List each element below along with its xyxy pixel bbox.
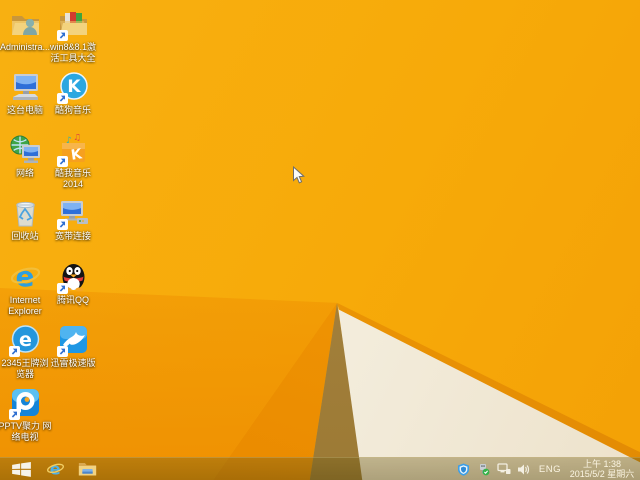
icon-label: 迅雷极速版 [50, 358, 96, 368]
shortcut-arrow-icon [56, 283, 68, 294]
volume-tray-icon[interactable] [517, 462, 531, 476]
network-globe-icon [9, 134, 42, 167]
clock-date: 2015/5/2 星期六 [569, 469, 635, 479]
svg-text:e: e [49, 460, 60, 478]
safely-remove-hardware-tray-icon[interactable] [477, 462, 491, 476]
icon-label: PPTV聚力 网 络电视 [0, 421, 52, 442]
desktop-icon-tencent-qq[interactable]: 腾讯QQ [42, 261, 104, 306]
file-explorer-icon [78, 462, 96, 476]
taskbar: e ENG 上午 1:38 2015/5/2 星期六 [0, 457, 640, 480]
recycle-bin-icon [9, 197, 42, 230]
taskbar-ie-button[interactable]: e [40, 458, 70, 480]
desktop-icon-kuwo-music-2014[interactable]: K ♪ ♫ 酷我音乐 2014 [42, 133, 104, 189]
kugou-k-icon: K [56, 71, 90, 104]
desktop-icon-thunder-speed[interactable]: 迅雷极速版 [42, 324, 104, 369]
icon-label: 腾讯QQ [56, 295, 89, 305]
svg-text:K: K [67, 77, 81, 97]
qq-penguin-icon [56, 261, 90, 294]
thunder-bird-icon [56, 324, 90, 357]
svg-text:e: e [19, 329, 32, 351]
taskbar-clock[interactable]: 上午 1:38 2015/5/2 星期六 [569, 459, 638, 479]
computer-icon [9, 71, 42, 104]
shortcut-arrow-icon [56, 93, 68, 104]
shortcut-arrow-icon [56, 346, 68, 357]
ie-icon: e [9, 260, 42, 294]
icon-label: 酷狗音乐 [54, 105, 91, 115]
taskbar-file-explorer-button[interactable] [72, 458, 102, 480]
system-tray: ENG 上午 1:38 2015/5/2 星期六 [457, 458, 638, 480]
shortcut-arrow-icon [8, 409, 20, 420]
shortcut-arrow-icon [8, 346, 20, 357]
kuwo-musicbox-icon: K ♪ ♫ [56, 133, 90, 167]
svg-text:♪: ♪ [66, 136, 72, 146]
broadband-icon [56, 197, 90, 230]
language-indicator[interactable]: ENG [537, 464, 563, 475]
folder-user-icon [9, 8, 42, 41]
svg-text:♫: ♫ [73, 134, 81, 143]
desktop-icon-win8-activation-tools[interactable]: win8&8.1激 活工具大全 [42, 8, 104, 63]
icon-label: 宽带连接 [54, 231, 91, 241]
ie-icon: e [46, 460, 64, 478]
svg-text:e: e [15, 261, 34, 293]
desktop-icon-kugou-music[interactable]: K 酷狗音乐 [42, 71, 104, 116]
shortcut-arrow-icon [56, 156, 68, 167]
icon-label: 酷我音乐 2014 [54, 168, 91, 189]
windows-logo-icon [11, 461, 31, 477]
shortcut-arrow-icon [56, 30, 68, 41]
mouse-cursor [293, 166, 305, 184]
desktop-icon-broadband-connection[interactable]: 宽带连接 [42, 197, 104, 242]
desktop-icon-pptv[interactable]: PPTV聚力 网 络电视 [0, 387, 56, 442]
shortcut-arrow-icon [56, 219, 68, 230]
icon-label: win8&8.1激 活工具大全 [49, 42, 97, 63]
pptv-p-icon [8, 387, 42, 420]
folder-books-icon [56, 8, 90, 41]
start-button[interactable] [6, 458, 36, 480]
desktop: Administra... win8&8.1激 活工具大全 这台电脑 K 酷狗音… [0, 0, 640, 480]
security-shield-tray-icon[interactable] [457, 462, 471, 476]
network-status-tray-icon[interactable] [497, 462, 511, 476]
clock-time: 上午 1:38 [582, 459, 622, 469]
2345-browser-e-icon: e [8, 324, 42, 357]
